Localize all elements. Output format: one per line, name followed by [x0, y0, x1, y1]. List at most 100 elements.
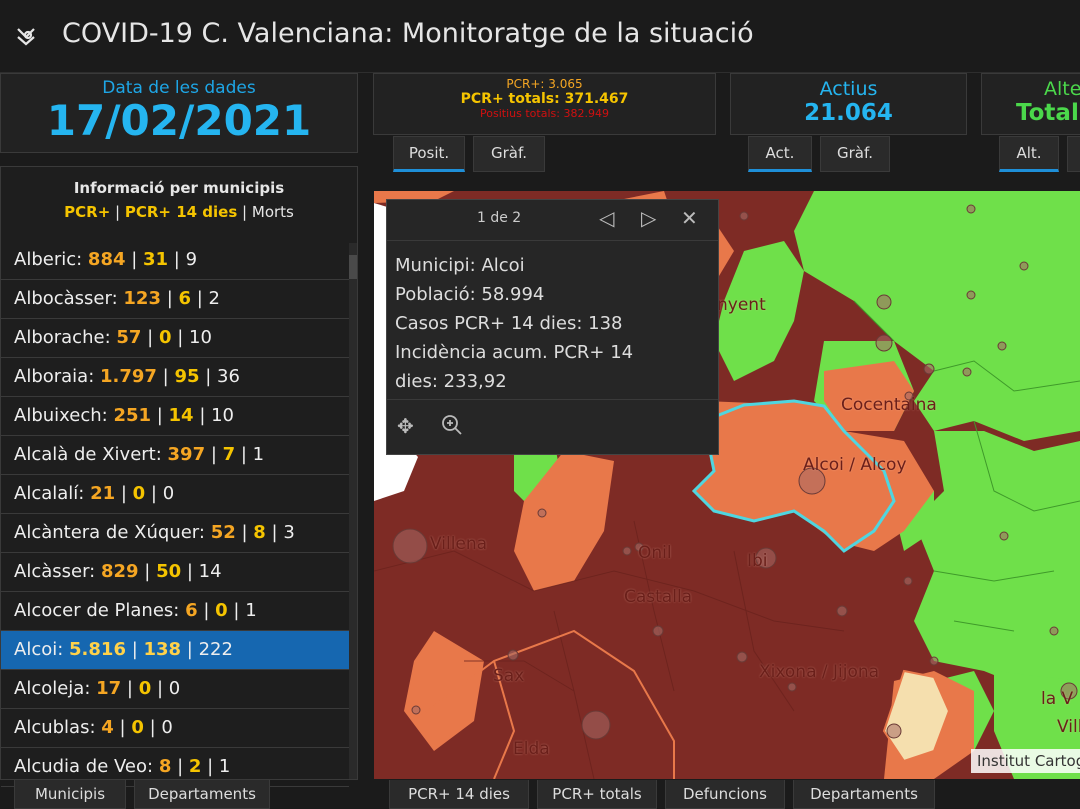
pcr14-value: 0	[138, 678, 152, 699]
positive-total: Positius totals: 382.949	[480, 107, 609, 120]
pcr-value: 1.797	[100, 366, 157, 387]
municipality-list[interactable]: Alberic: 884 | 31 | 9 Albocàsser: 123 | 6…	[1, 241, 349, 787]
map-label-elda: Elda	[513, 739, 550, 759]
tab-departments-left[interactable]: Departaments	[134, 780, 270, 809]
map-label-castalla: Castalla	[624, 587, 693, 607]
deaths-value: 1	[252, 444, 265, 465]
pcr14-value: 0	[215, 600, 228, 621]
tab-map-pcr14[interactable]: PCR+ 14 dies	[389, 780, 529, 809]
list-item[interactable]: Alcàsser: 829 | 50 | 14	[1, 553, 349, 592]
pcr14-value: 7	[222, 444, 236, 465]
popup-line: dies: 233,92	[395, 371, 507, 392]
popup-line: Municipi: Alcoi	[395, 255, 525, 276]
list-item[interactable]: Alcoi: 5.816 | 138 | 222	[1, 631, 349, 670]
deaths-value: 9	[185, 249, 198, 270]
map-label-la-vila: la V	[1041, 689, 1074, 709]
deaths-value: 1	[218, 756, 231, 777]
list-item[interactable]: Albuixech: 251 | 14 | 10	[1, 397, 349, 436]
map-label-onil: Onil	[638, 543, 672, 563]
legend-pcr: PCR+	[64, 203, 111, 221]
app-title: COVID-19 C. Valenciana: Monitoratge de l…	[62, 18, 754, 49]
deaths-value: 10	[211, 405, 235, 426]
municipality-name: Albocàsser:	[14, 288, 118, 309]
deaths-value: 222	[198, 639, 233, 660]
date-label: Data de les dades	[102, 78, 256, 98]
municipality-heading: Informació per municipis	[73, 179, 285, 197]
municipality-name: Alcudia de Veo:	[14, 756, 154, 777]
tab-discharges[interactable]: Alt.	[999, 136, 1059, 172]
pcr-value: 17	[96, 678, 122, 699]
list-item[interactable]: Alcocer de Planes: 6 | 0 | 1	[1, 592, 349, 631]
pcr14-value: 0	[158, 327, 172, 348]
pcr14-value: 8	[253, 522, 266, 543]
active-panel: Actius 21.064	[730, 73, 967, 135]
list-item[interactable]: Alcalà de Xivert: 397 | 7 | 1	[1, 436, 349, 475]
deaths-value: 0	[162, 483, 175, 504]
previous-icon[interactable]: ◁	[599, 206, 614, 230]
virus-icon	[14, 24, 38, 48]
legend-deaths: Morts	[251, 203, 294, 221]
map-label-cocentaina: Cocentaina	[841, 395, 937, 415]
close-icon[interactable]: ✕	[681, 206, 698, 230]
list-item[interactable]: Alcoleja: 17 | 0 | 0	[1, 670, 349, 709]
list-item[interactable]: Alcàntera de Xúquer: 52 | 8 | 3	[1, 514, 349, 553]
zoom-to-icon[interactable]	[441, 414, 463, 441]
list-item[interactable]: Albocàsser: 123 | 6 | 2	[1, 280, 349, 319]
active-value: 21.064	[804, 100, 893, 126]
pcr14-value: 6	[178, 288, 192, 309]
list-item[interactable]: Alberic: 884 | 31 | 9	[1, 241, 349, 280]
tab-map-pcr-total[interactable]: PCR+ totals	[537, 780, 657, 809]
pcr14-value: 138	[143, 639, 182, 660]
municipality-name: Alcoleja:	[14, 678, 91, 699]
list-item[interactable]: Alcublas: 4 | 0 | 0	[1, 709, 349, 748]
list-item[interactable]: Alcalalí: 21 | 0 | 0	[1, 475, 349, 514]
tab-posit[interactable]: Posit.	[393, 136, 465, 172]
list-item[interactable]: Alborache: 57 | 0 | 10	[1, 319, 349, 358]
tab-active-chart[interactable]: Gràf.	[820, 136, 890, 172]
map-label-sax: Sax	[493, 666, 525, 686]
municipality-name: Albuixech:	[14, 405, 108, 426]
tab-map-departments[interactable]: Departaments	[793, 780, 935, 809]
pcr-value: 884	[87, 249, 126, 270]
pcr-total: PCR+ totals: 371.467	[460, 91, 629, 107]
tab-map-deaths[interactable]: Defuncions	[665, 780, 785, 809]
popup-line: Casos PCR+ 14 dies: 138	[395, 313, 623, 334]
deaths-value: 1	[245, 600, 257, 621]
pcr14-value: 31	[143, 249, 169, 270]
map-attribution: Institut Cartogràfic Valencià	[971, 749, 1080, 773]
pcr14-value: 14	[168, 405, 194, 426]
pcr-value: 251	[113, 405, 152, 426]
deaths-value: 14	[198, 561, 222, 582]
pcr-value: 4	[101, 717, 114, 738]
tab-pcr-chart[interactable]: Gràf.	[473, 136, 545, 172]
pcr-value: 5.816	[69, 639, 126, 660]
municipality-name: Alberic:	[14, 249, 83, 270]
legend-separator: |	[110, 203, 125, 221]
popup-pager: 1 de 2	[477, 210, 522, 226]
list-item[interactable]: Alboraia: 1.797 | 95 | 36	[1, 358, 349, 397]
pcr-daily: PCR+: 3.065	[506, 77, 583, 91]
scrollbar-thumb[interactable]	[349, 255, 357, 279]
active-label: Actius	[819, 78, 878, 100]
popup-header: 1 de 2 ◁ ▷ ✕	[387, 200, 718, 241]
pcr-value: 397	[167, 444, 206, 465]
municipality-name: Alcalalí:	[14, 483, 85, 504]
pcr14-value: 0	[132, 483, 146, 504]
date-value: 17/02/2021	[46, 96, 312, 145]
list-scrollbar[interactable]	[349, 243, 357, 779]
pcr-value: 829	[100, 561, 139, 582]
tab-municipalities[interactable]: Municipis	[14, 780, 126, 809]
deaths-value: 36	[217, 366, 240, 387]
legend-pcr14: PCR+ 14 dies	[124, 203, 238, 221]
municipality-name: Alcalà de Xivert:	[14, 444, 162, 465]
tab-active[interactable]: Act.	[748, 136, 812, 172]
next-icon[interactable]: ▷	[641, 206, 656, 230]
deaths-value: 0	[161, 717, 173, 738]
deaths-value: 3	[283, 522, 295, 543]
tab-discharges-chart[interactable]	[1067, 136, 1080, 172]
deaths-value: 0	[168, 678, 181, 699]
map-label-ontinyent: nyent	[717, 295, 766, 315]
pcr-value: 123	[123, 288, 161, 309]
popup-content: Municipi: Alcoi Població: 58.994 Casos PCR…	[387, 241, 718, 406]
pan-icon[interactable]: ✥	[397, 414, 414, 438]
